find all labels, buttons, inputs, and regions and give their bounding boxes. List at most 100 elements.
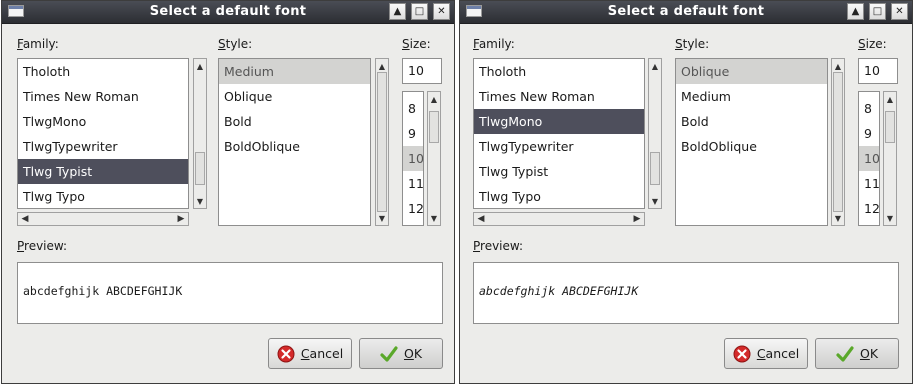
cancel-icon: [277, 345, 295, 362]
ok-button[interactable]: OK: [815, 338, 899, 369]
size-scrollbar[interactable]: ▲ ▼: [883, 91, 897, 226]
style-list-item[interactable]: Bold: [676, 109, 827, 134]
family-list-item[interactable]: TlwgTypewriter: [18, 134, 188, 159]
scroll-up-icon[interactable]: ▲: [832, 60, 844, 72]
family-list-item[interactable]: TlwgMono: [474, 109, 644, 134]
family-scrollbar[interactable]: ▲ ▼: [193, 58, 207, 209]
close-icon[interactable]: ✕: [891, 3, 908, 20]
preview-label: Preview:: [473, 239, 524, 253]
ok-button[interactable]: OK: [359, 338, 443, 369]
size-list-item[interactable]: 8: [403, 96, 423, 121]
scroll-up-icon[interactable]: ▲: [428, 93, 440, 105]
size-list-item[interactable]: 8: [859, 96, 879, 121]
font-dialog: Select a default font ▲ □ ✕ Family: Styl…: [459, 0, 913, 384]
family-list-item[interactable]: Tlwg Typo: [18, 184, 188, 208]
scroll-up-icon[interactable]: ▲: [376, 60, 388, 72]
family-list-item[interactable]: Tholoth: [18, 59, 188, 84]
scroll-thumb[interactable]: [650, 152, 660, 185]
dialog-title: Select a default font: [149, 4, 307, 19]
maximize-icon[interactable]: □: [869, 3, 886, 20]
size-list-item[interactable]: 11: [403, 171, 423, 196]
size-list-item[interactable]: 10: [859, 146, 879, 171]
family-list-item[interactable]: TlwgMono: [18, 109, 188, 134]
size-list-item[interactable]: 12: [403, 196, 423, 221]
style-list-item[interactable]: Medium: [219, 59, 370, 84]
style-list-item[interactable]: Medium: [676, 84, 827, 109]
cancel-icon: [733, 345, 751, 362]
family-list-item[interactable]: Tlwg Typo: [474, 184, 644, 208]
family-list-item[interactable]: Times New Roman: [474, 84, 644, 109]
size-scrollbar[interactable]: ▲ ▼: [427, 91, 441, 226]
maximize-icon[interactable]: □: [411, 3, 428, 20]
font-dialog: Select a default font ▲ □ ✕ Family: Styl…: [1, 0, 455, 384]
style-list-item[interactable]: BoldOblique: [676, 134, 827, 159]
size-input[interactable]: 10: [858, 58, 898, 84]
style-list-item[interactable]: Oblique: [219, 84, 370, 109]
ok-label: OK: [403, 346, 423, 361]
cancel-button[interactable]: Cancel: [268, 338, 352, 369]
size-list-item[interactable]: 9: [859, 121, 879, 146]
cancel-button[interactable]: Cancel: [724, 338, 808, 369]
family-scrollbar[interactable]: ▲ ▼: [648, 58, 662, 209]
family-list-item[interactable]: Tlwg Typist: [18, 159, 188, 184]
scroll-thumb[interactable]: [429, 111, 439, 143]
preview-text: abcdefghijk ABCDEFGHIJK: [23, 284, 183, 298]
family-list-item[interactable]: Times New Roman: [18, 84, 188, 109]
family-hscrollbar[interactable]: ◀ ▶: [473, 212, 645, 226]
ok-checkmark-icon: [836, 345, 854, 362]
preview-text: abcdefghijk ABCDEFGHIJK: [479, 284, 639, 298]
style-label: Style:: [675, 37, 710, 51]
family-label: Family:: [473, 37, 515, 51]
size-input[interactable]: 10: [402, 58, 442, 84]
preview-label: Preview:: [17, 239, 68, 253]
scroll-down-icon[interactable]: ▼: [194, 195, 206, 207]
roll-up-icon[interactable]: ▲: [847, 3, 864, 20]
style-list-item[interactable]: BoldOblique: [219, 134, 370, 159]
size-list[interactable]: 8 9 10 11 12: [402, 91, 424, 226]
family-list-item[interactable]: Tlwg Typist: [474, 159, 644, 184]
scroll-down-icon[interactable]: ▼: [649, 195, 661, 207]
style-scrollbar[interactable]: ▲ ▼: [375, 58, 389, 226]
family-hscrollbar[interactable]: ◀ ▶: [17, 212, 189, 226]
title-bar[interactable]: Select a default font ▲ □ ✕: [460, 1, 912, 24]
scroll-thumb[interactable]: [885, 111, 895, 143]
scroll-down-icon[interactable]: ▼: [884, 212, 896, 224]
scroll-down-icon[interactable]: ▼: [832, 212, 844, 224]
style-label: Style:: [218, 37, 253, 51]
family-list[interactable]: Tholoth Times New Roman TlwgMono TlwgTypewr…: [473, 58, 645, 209]
scroll-left-icon[interactable]: ◀: [475, 213, 487, 225]
size-list-item[interactable]: 9: [403, 121, 423, 146]
scroll-thumb[interactable]: [833, 72, 843, 212]
roll-up-icon[interactable]: ▲: [389, 3, 406, 20]
scroll-up-icon[interactable]: ▲: [194, 60, 206, 72]
close-icon[interactable]: ✕: [433, 3, 450, 20]
size-list[interactable]: 8 9 10 11 12: [858, 91, 880, 226]
scroll-right-icon[interactable]: ▶: [175, 213, 187, 225]
scroll-down-icon[interactable]: ▼: [428, 212, 440, 224]
scroll-up-icon[interactable]: ▲: [884, 93, 896, 105]
style-list[interactable]: Oblique Medium Bold BoldOblique: [675, 58, 828, 226]
style-list-item[interactable]: Oblique: [676, 59, 827, 84]
family-list[interactable]: Tholoth Times New Roman TlwgMono TlwgTypewr…: [17, 58, 189, 209]
family-list-item[interactable]: Tholoth: [474, 59, 644, 84]
preview-box: abcdefghijk ABCDEFGHIJK: [473, 262, 899, 324]
scroll-thumb[interactable]: [377, 72, 387, 212]
cancel-label: Cancel: [756, 346, 800, 361]
style-scrollbar[interactable]: ▲ ▼: [831, 58, 845, 226]
style-list-item[interactable]: Bold: [219, 109, 370, 134]
scroll-thumb[interactable]: [195, 152, 205, 185]
family-list-item[interactable]: TlwgTypewriter: [474, 134, 644, 159]
scroll-left-icon[interactable]: ◀: [19, 213, 31, 225]
cancel-label: Cancel: [300, 346, 344, 361]
style-list[interactable]: Medium Oblique Bold BoldOblique: [218, 58, 371, 226]
title-bar[interactable]: Select a default font ▲ □ ✕: [2, 1, 454, 24]
scroll-up-icon[interactable]: ▲: [649, 60, 661, 72]
scroll-right-icon[interactable]: ▶: [631, 213, 643, 225]
size-list-item[interactable]: 11: [859, 171, 879, 196]
ok-checkmark-icon: [380, 345, 398, 362]
size-list-item[interactable]: 10: [403, 146, 423, 171]
size-list-item[interactable]: 12: [859, 196, 879, 221]
scroll-down-icon[interactable]: ▼: [376, 212, 388, 224]
family-label: Family:: [17, 37, 59, 51]
dialog-title: Select a default font: [607, 4, 765, 19]
